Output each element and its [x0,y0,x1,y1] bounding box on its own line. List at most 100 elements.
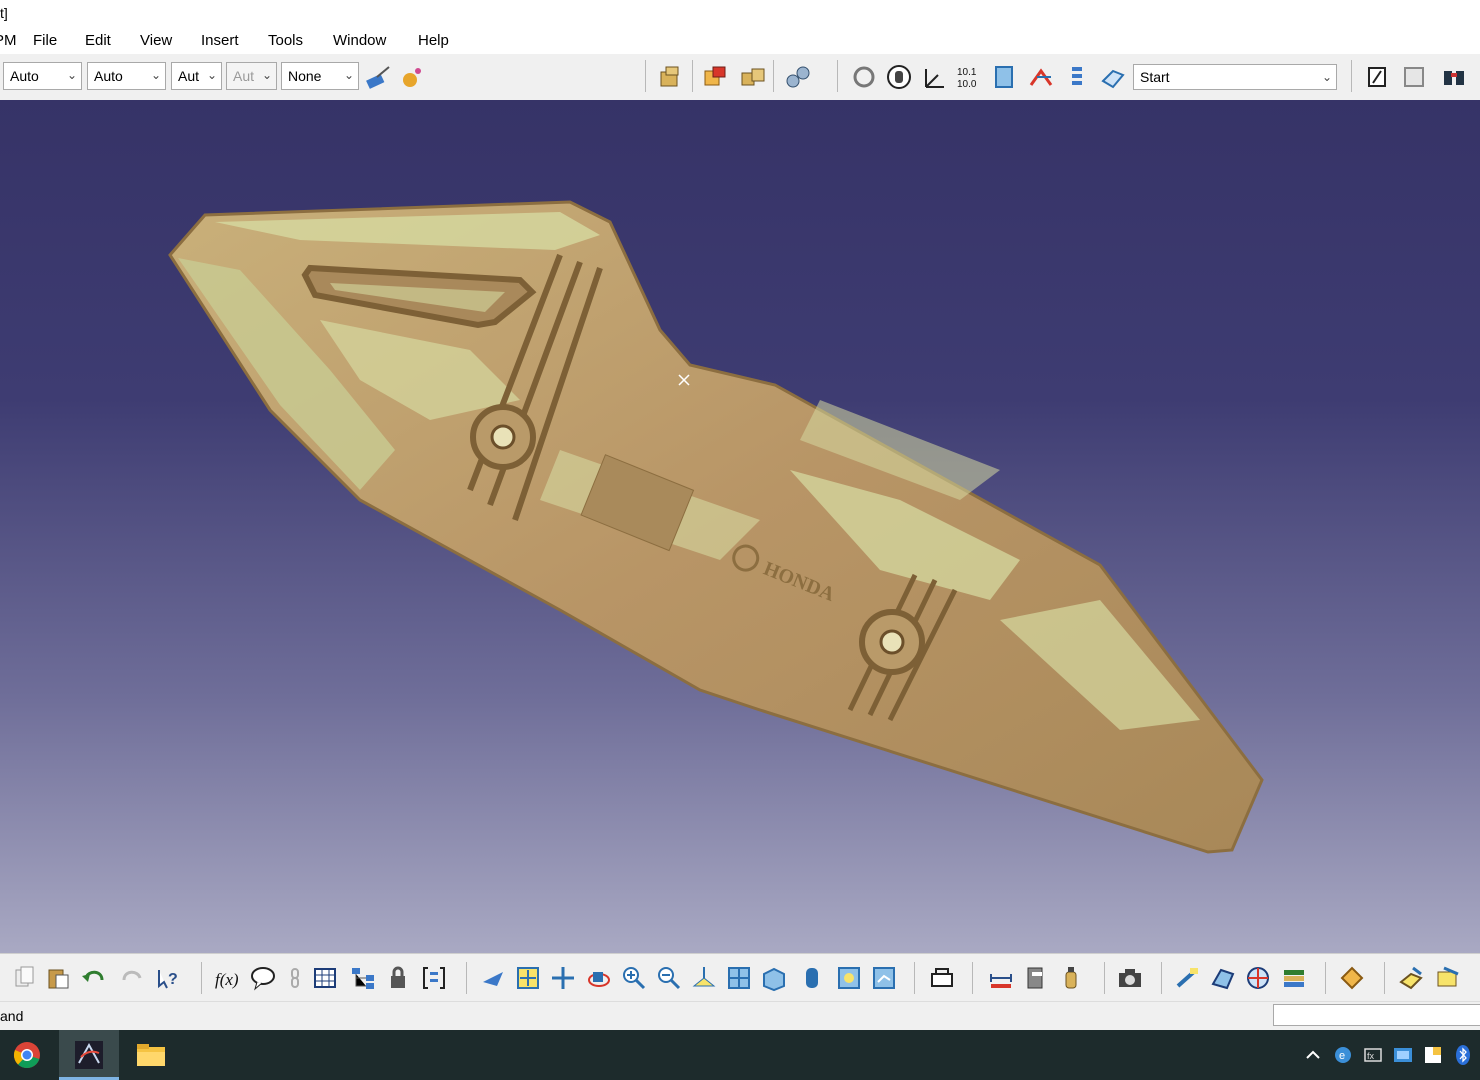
toolbar-separator [1325,962,1326,994]
pan-hand-icon[interactable] [885,63,913,91]
mount-hole [879,629,905,655]
transparency-combo[interactable]: Auto ⌄ [87,62,166,90]
taskbar-chrome[interactable] [0,1030,60,1080]
chevron-down-icon: ⌄ [66,68,77,82]
hide-show-icon[interactable] [835,964,863,992]
tray-app2-icon[interactable]: fx [1362,1044,1384,1066]
measure-numbers-icon[interactable]: 10.110.0 [955,63,983,91]
top-toolbar: Auto ⌄ Auto ⌄ Aut ⌄ Aut ⌄ None ⌄ 10.1 10.0 Sta… [0,54,1480,101]
taskbar: e fx [0,1030,1480,1080]
swap-space-icon[interactable] [870,964,898,992]
axis-icon[interactable] [920,63,948,91]
status-bar: and [0,1001,1480,1031]
workbench-combo[interactable]: Start ⌄ [1133,64,1337,90]
layer-icon[interactable] [1099,63,1127,91]
data-icon[interactable] [420,964,448,992]
tree-icon[interactable] [349,964,377,992]
fit-all-icon[interactable] [514,964,542,992]
menu-pm[interactable]: PM [0,32,17,49]
window-title: t] [0,5,8,21]
thickness-combo-value: Aut [178,68,200,84]
chevron-up-icon[interactable] [1302,1044,1324,1066]
workbench7-icon[interactable] [1434,964,1462,992]
bluetooth-icon[interactable] [1452,1044,1474,1066]
menu-window[interactable]: Window [333,32,386,49]
menu-edit[interactable]: Edit [85,32,111,49]
menu-help[interactable]: Help [418,32,449,49]
plane-icon[interactable] [990,63,1018,91]
rotate-icon[interactable] [850,63,878,91]
color-combo[interactable]: Auto ⌄ [3,62,82,90]
file-explorer-icon [137,1044,165,1066]
menu-file[interactable]: File [33,32,57,49]
list-icon[interactable] [1063,63,1091,91]
taskbar-file-explorer[interactable] [121,1030,181,1080]
zoom-in-icon[interactable] [620,964,648,992]
layer-combo[interactable]: None ⌄ [281,62,359,90]
constraints-icon[interactable] [784,63,812,91]
apply-material-icon[interactable] [399,63,427,91]
toolbar-separator [1161,962,1162,994]
3d-viewport[interactable]: HONDA [0,100,1480,953]
toolbar-separator [201,962,202,994]
shading-icon[interactable] [798,964,826,992]
product-icon[interactable] [701,63,729,91]
workbench3-icon[interactable] [1244,964,1272,992]
menu-insert[interactable]: Insert [201,32,239,49]
binoculars-icon[interactable] [1440,63,1468,91]
zoom-out-icon[interactable] [655,964,683,992]
undo-icon[interactable] [80,964,108,992]
redo-icon[interactable] [118,964,146,992]
rotate-view-icon[interactable] [585,964,613,992]
workbench4-icon[interactable] [1280,964,1308,992]
color-combo-value: Auto [10,68,39,84]
tray-app1-icon[interactable]: e [1332,1044,1354,1066]
menu-view[interactable]: View [140,32,172,49]
workbench1-icon[interactable] [1174,964,1202,992]
iso-view-icon[interactable] [760,964,788,992]
tray-app4-icon[interactable] [1422,1044,1444,1066]
fly-icon[interactable] [479,964,507,992]
paste-icon[interactable] [44,964,72,992]
capture-icon[interactable] [928,964,956,992]
svg-text:10.1: 10.1 [957,67,977,78]
copy-icon[interactable] [10,964,38,992]
svg-text:e: e [1339,1050,1345,1062]
linetype-combo-value: Aut [233,68,255,84]
multi-view-icon[interactable] [725,964,753,992]
lock-icon[interactable] [384,964,412,992]
measure-between-icon[interactable] [987,964,1015,992]
workbench5-icon[interactable] [1338,964,1366,992]
camera-icon[interactable] [1116,964,1144,992]
heat-shield-part[interactable]: HONDA [0,100,1480,953]
toolbar-separator [1104,962,1105,994]
workbench2-icon[interactable] [1209,964,1237,992]
menu-tools[interactable]: Tools [268,32,303,49]
taskbar-catia[interactable] [59,1030,119,1080]
chevron-down-icon: ⌄ [150,68,161,82]
workbench6-icon[interactable] [1397,964,1425,992]
thickness-combo[interactable]: Aut ⌄ [171,62,222,90]
assembly-icon[interactable] [656,63,684,91]
toolbar-separator [466,962,467,994]
command-input[interactable] [1273,1004,1480,1026]
table-icon[interactable] [311,964,339,992]
linetype-combo[interactable]: Aut ⌄ [226,62,277,90]
window-icon[interactable] [1400,63,1428,91]
painter-icon[interactable] [363,63,391,91]
components-icon[interactable] [739,63,767,91]
toolbar-separator [1351,60,1352,92]
normal-view-icon[interactable] [690,964,718,992]
snap-icon[interactable] [1027,63,1055,91]
pan-icon[interactable] [549,964,577,992]
measure-item-icon[interactable] [1022,964,1050,992]
link-icon[interactable] [282,964,310,992]
measure-inertia-icon[interactable] [1057,964,1085,992]
formula-icon[interactable]: f(x) [213,964,241,992]
view-icon[interactable] [1363,63,1391,91]
whats-this-icon[interactable]: ? [155,964,183,992]
transparency-combo-value: Auto [94,68,123,84]
toolbar-separator [773,60,774,92]
tray-app3-icon[interactable] [1392,1044,1414,1066]
comment-icon[interactable] [249,964,277,992]
